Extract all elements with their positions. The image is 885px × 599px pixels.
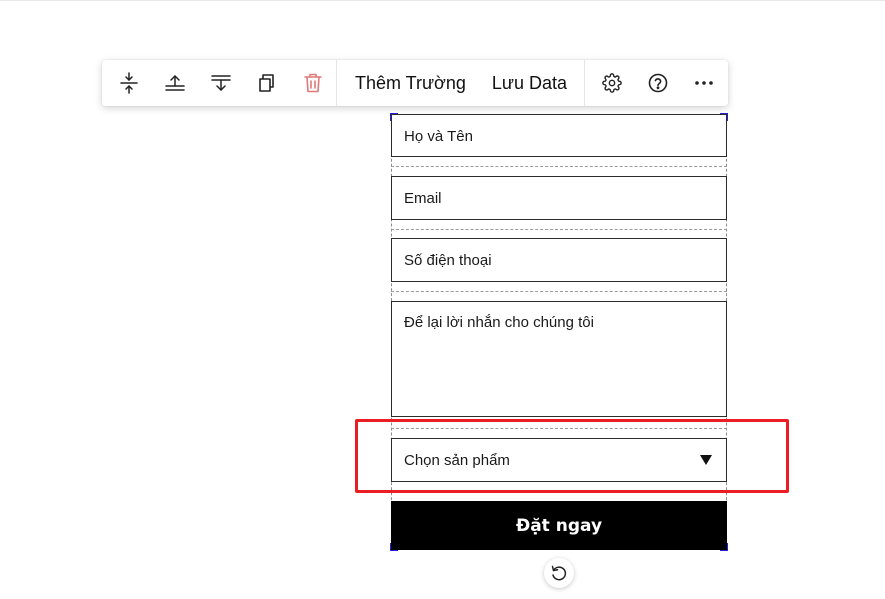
question-circle-icon <box>648 73 668 93</box>
rotate-icon <box>550 564 568 582</box>
trash-icon <box>304 73 322 93</box>
more-horizontal-icon <box>694 80 714 86</box>
add-field-button[interactable]: Thêm Trường <box>337 60 479 106</box>
more-options-button[interactable] <box>681 60 727 106</box>
copy-icon <box>258 73 276 93</box>
name-field[interactable]: Họ và Tên <box>391 114 727 157</box>
settings-button[interactable] <box>589 60 635 106</box>
field-divider <box>391 291 727 292</box>
highlight-box <box>355 419 789 493</box>
field-divider <box>391 166 727 167</box>
rotate-handle[interactable] <box>544 558 574 588</box>
vertical-distribute-icon <box>119 72 139 94</box>
align-bottom-button[interactable] <box>198 60 244 106</box>
align-top-button[interactable] <box>152 60 198 106</box>
message-textarea[interactable]: Để lại lời nhắn cho chúng tôi <box>391 301 727 417</box>
save-data-button[interactable]: Lưu Data <box>479 60 584 106</box>
order-now-button[interactable]: Đặt ngay <box>391 501 727 550</box>
top-divider <box>0 0 885 1</box>
help-button[interactable] <box>635 60 681 106</box>
align-top-icon <box>164 73 186 93</box>
toolbar-separator <box>583 60 585 106</box>
duplicate-button[interactable] <box>244 60 290 106</box>
align-bottom-icon <box>210 73 232 93</box>
element-toolbar: Thêm Trường Lưu Data <box>102 60 728 106</box>
distribute-button[interactable] <box>106 60 152 106</box>
email-field[interactable]: Email <box>391 176 727 220</box>
toolbar-arrange-group <box>106 60 336 106</box>
gear-icon <box>602 73 622 93</box>
field-divider <box>391 229 727 230</box>
delete-button[interactable] <box>290 60 336 106</box>
toolbar-settings-group <box>589 60 727 106</box>
phone-field[interactable]: Số điện thoại <box>391 238 727 282</box>
